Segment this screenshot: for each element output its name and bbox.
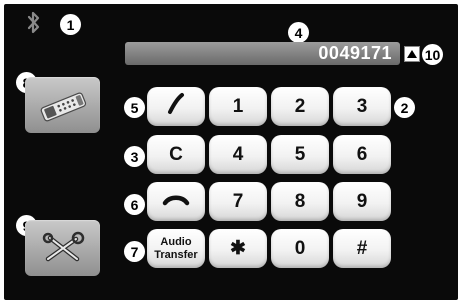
callout-2: 2 <box>394 97 415 118</box>
hang-up-icon <box>162 191 190 213</box>
phonebook-button[interactable] <box>25 77 100 133</box>
key-7[interactable]: 7 <box>209 182 267 221</box>
key-8[interactable]: 8 <box>271 182 329 221</box>
key-6[interactable]: 6 <box>333 135 391 174</box>
key-hash[interactable]: # <box>333 229 391 268</box>
settings-button[interactable] <box>25 220 100 276</box>
call-icon <box>164 92 188 122</box>
key-4[interactable]: 4 <box>209 135 267 174</box>
phone-screen: 1 4 0049171 10 8 9 <box>4 4 458 300</box>
key-star[interactable]: ✱ <box>209 229 267 268</box>
key-3[interactable]: 3 <box>333 87 391 126</box>
bluetooth-icon <box>25 10 43 36</box>
callout-10: 10 <box>422 44 443 65</box>
audio-transfer-button[interactable]: Audio Transfer <box>147 229 205 268</box>
key-0[interactable]: 0 <box>271 229 329 268</box>
key-1[interactable]: 1 <box>209 87 267 126</box>
clear-button[interactable]: C <box>147 135 205 174</box>
callout-3: 3 <box>124 146 145 167</box>
settings-icon <box>39 231 87 265</box>
callout-1: 1 <box>60 14 81 35</box>
key-5[interactable]: 5 <box>271 135 329 174</box>
call-button[interactable] <box>147 87 205 126</box>
scroll-up-arrow-icon[interactable] <box>404 46 420 62</box>
phonebook-icon <box>35 90 91 122</box>
number-display: 0049171 <box>125 42 400 65</box>
key-2[interactable]: 2 <box>271 87 329 126</box>
callout-7: 7 <box>124 241 145 262</box>
key-9[interactable]: 9 <box>333 182 391 221</box>
hang-up-button[interactable] <box>147 182 205 221</box>
dialed-number: 0049171 <box>318 43 392 63</box>
callout-4: 4 <box>288 22 309 43</box>
callout-5: 5 <box>124 97 145 118</box>
callout-6: 6 <box>124 194 145 215</box>
